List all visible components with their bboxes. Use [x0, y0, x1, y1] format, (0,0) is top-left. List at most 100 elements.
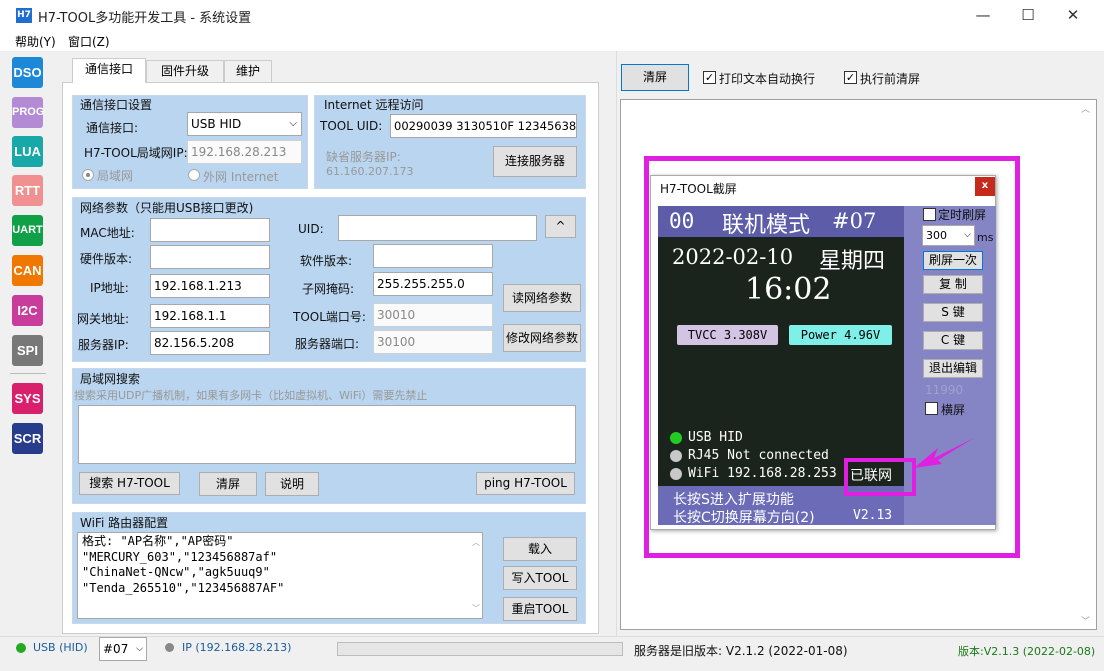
- search-help-button[interactable]: 说明: [265, 472, 319, 496]
- interval-unit: ms: [977, 231, 994, 244]
- landscape-checkbox[interactable]: [925, 402, 938, 415]
- scroll-down-icon[interactable]: ﹀: [472, 601, 480, 617]
- collapse-button[interactable]: ^: [545, 215, 576, 238]
- lcd-connected: 已联网: [850, 468, 892, 484]
- status-ip: IP (192.168.28.213): [182, 641, 292, 654]
- mask-field[interactable]: 255.255.255.0: [373, 272, 493, 296]
- ping-tool-button[interactable]: ping H7-TOOL: [476, 472, 575, 495]
- server-ip-field[interactable]: 82.156.5.208: [150, 331, 270, 355]
- tab-firmware[interactable]: 固件升级: [146, 60, 224, 82]
- sidebar-lua-button[interactable]: LUA: [12, 136, 43, 167]
- wifi-group-title: WiFi 路由器配置: [80, 516, 169, 530]
- wifi-config-text[interactable]: 格式: "AP名称","AP密码" "MERCURY_603","1234568…: [77, 532, 483, 619]
- lan-search-title: 局域网搜索: [80, 372, 141, 386]
- tool-port-label: TOOL端口号:: [293, 310, 366, 324]
- comm-group-title: 通信接口设置: [80, 98, 153, 112]
- timer-refresh-checkbox[interactable]: [923, 208, 936, 221]
- scroll-down-icon[interactable]: ﹀: [1081, 614, 1090, 627]
- status-usb: USB (HID): [33, 641, 88, 654]
- c-key-button[interactable]: C 键: [923, 331, 983, 350]
- minimize-button[interactable]: —: [960, 0, 1006, 30]
- maximize-button[interactable]: ☐: [1005, 0, 1051, 30]
- sw-version-label: 软件版本:: [300, 254, 353, 268]
- sidebar-rtt-button[interactable]: RTT: [12, 175, 43, 206]
- ip-status-icon: [165, 643, 174, 652]
- tool-uid-label: TOOL UID:: [320, 119, 383, 133]
- wrap-checkbox[interactable]: ✓: [703, 71, 716, 84]
- chevron-down-icon: ⌵: [964, 230, 971, 240]
- search-result-list[interactable]: [78, 405, 576, 464]
- refresh-once-button[interactable]: 刷屏一次: [923, 251, 983, 270]
- lcd-hint-s: 长按S进入扩展功能: [673, 492, 794, 508]
- lcd-usb: USB HID: [688, 430, 743, 445]
- popup-title: H7-TOOL截屏: [660, 182, 737, 196]
- sidebar-i2c-button[interactable]: I2C: [12, 295, 43, 326]
- radio-wan[interactable]: [188, 169, 200, 181]
- tool-port-field[interactable]: 30010: [373, 303, 493, 327]
- restart-tool-button[interactable]: 重启TOOL: [503, 597, 577, 621]
- ip-field[interactable]: 192.168.1.213: [150, 274, 270, 298]
- chevron-down-icon: ⌵: [289, 118, 297, 129]
- interval-select[interactable]: 300 ⌵: [922, 225, 975, 246]
- lan-ip-label: H7-TOOL局域网IP:: [84, 146, 188, 160]
- wrap-label: 打印文本自动换行: [719, 72, 816, 86]
- menu-help[interactable]: 帮助(Y): [15, 33, 56, 50]
- lcd-version: V2.13: [853, 508, 893, 523]
- tab-maintenance[interactable]: 维护: [224, 60, 272, 82]
- modify-net-params-button[interactable]: 修改网络参数: [503, 324, 581, 352]
- gateway-field[interactable]: 192.168.1.1: [150, 304, 270, 328]
- sidebar-divider: [10, 373, 46, 374]
- wifi-line: "Tenda_265510","123456887AF": [82, 580, 285, 595]
- tool-uid-field[interactable]: 00290039 3130510F 12345638: [390, 114, 577, 138]
- clear-before-checkbox[interactable]: ✓: [844, 71, 857, 84]
- close-button[interactable]: ✕: [1050, 0, 1096, 30]
- connect-server-button[interactable]: 连接服务器: [493, 146, 577, 177]
- interval-value: 300: [926, 229, 947, 242]
- frame-counter: 11990: [925, 383, 964, 397]
- device-select[interactable]: #07 ⌵: [99, 637, 147, 661]
- s-key-button[interactable]: S 键: [923, 303, 983, 322]
- server-ip-label: 服务器IP:: [78, 338, 129, 352]
- search-clear-button[interactable]: 清屏: [199, 472, 257, 496]
- hw-version-field[interactable]: [150, 245, 270, 269]
- sidebar-spi-button[interactable]: SPI: [12, 335, 43, 366]
- sw-version-field[interactable]: [373, 244, 493, 268]
- sidebar-dso-button[interactable]: DSO: [12, 57, 43, 88]
- tab-comm[interactable]: 通信接口: [72, 58, 146, 83]
- server-version-msg: 服务器是旧版本: V2.1.2 (2022-01-08): [634, 644, 848, 658]
- uid-field[interactable]: [338, 215, 537, 241]
- exit-edit-button[interactable]: 退出编辑: [923, 359, 983, 378]
- net-group-title: 网络参数（只能用USB接口更改): [80, 201, 254, 215]
- lcd-wifi: WiFi 192.168.28.253: [688, 466, 837, 481]
- app-version: 版本:V2.1.3 (2022-02-08): [958, 645, 1096, 658]
- wifi-write-button[interactable]: 写入TOOL: [503, 566, 577, 590]
- read-net-params-button[interactable]: 读网络参数: [503, 284, 581, 312]
- server-port-field[interactable]: 30100: [373, 330, 493, 354]
- lcd-hint-c: 长按C切换屏幕方向(2): [673, 510, 815, 526]
- console-clear-button[interactable]: 清屏: [621, 64, 689, 91]
- sidebar-uart-button[interactable]: UART: [12, 215, 43, 246]
- lcd-time: 16:02: [745, 272, 832, 307]
- scroll-up-icon[interactable]: ︿: [1081, 102, 1090, 115]
- search-tool-button[interactable]: 搜索 H7-TOOL: [79, 472, 180, 495]
- app-icon: H7: [16, 8, 32, 23]
- usb-status-icon: [16, 643, 26, 653]
- console-scrollbar[interactable]: ︿ ﹀: [1077, 100, 1096, 629]
- popup-close-button[interactable]: x: [975, 177, 995, 196]
- sidebar-sys-button[interactable]: SYS: [12, 383, 43, 414]
- menu-window[interactable]: 窗口(Z): [68, 33, 110, 50]
- sidebar-can-button[interactable]: CAN: [12, 255, 43, 286]
- iface-select[interactable]: USB HID ⌵: [187, 112, 302, 136]
- mac-field[interactable]: [150, 218, 270, 242]
- radio-lan[interactable]: [82, 169, 94, 181]
- sidebar-scr-button[interactable]: SCR: [12, 423, 43, 454]
- sidebar-prog-button[interactable]: PROG: [12, 97, 44, 128]
- copy-button[interactable]: 复 制: [923, 275, 983, 294]
- lan-ip-field[interactable]: 192.168.28.213: [187, 140, 302, 164]
- scroll-up-icon[interactable]: ︿: [472, 535, 480, 551]
- lcd-mode: 联机模式: [722, 213, 811, 238]
- wifi-load-button[interactable]: 载入: [503, 537, 577, 561]
- lcd-number: #07: [832, 209, 877, 233]
- iface-label: 通信接口:: [86, 121, 139, 135]
- radio-lan-label: 局域网: [97, 169, 134, 183]
